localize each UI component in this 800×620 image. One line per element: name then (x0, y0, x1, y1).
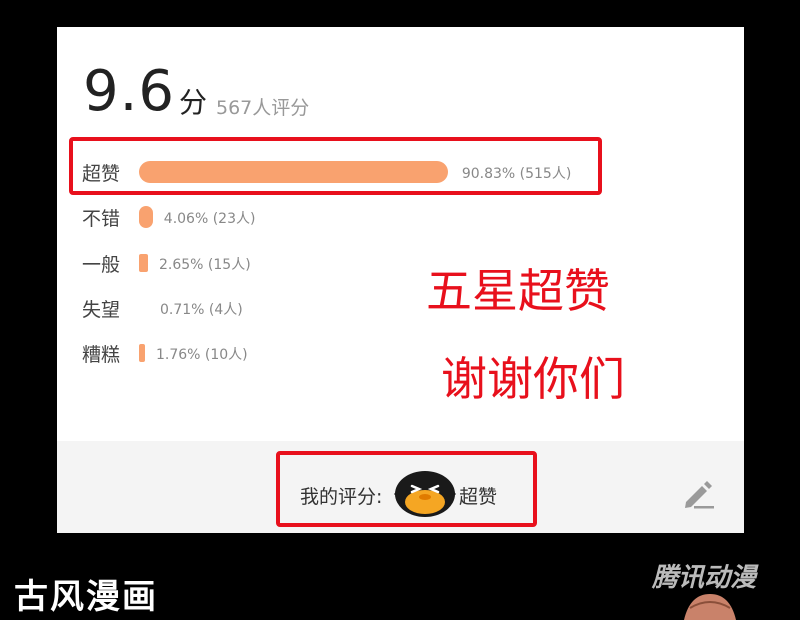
rating-stat: 1.76% (10人) (155, 347, 248, 363)
rating-stat: 4.06% (23人) (163, 211, 256, 227)
rating-row-average: 一般 2.65% (15人) (57, 248, 744, 278)
rating-label: 糟糕 (82, 344, 121, 366)
character-head-icon (684, 594, 736, 620)
rating-label: 失望 (82, 299, 121, 321)
score-unit: 分 (179, 86, 208, 119)
annotation-thanks: 谢谢你们 (441, 352, 625, 406)
my-rating-label: 我的评分: (300, 486, 383, 508)
rating-bar (139, 344, 145, 362)
highlight-box-top-rating (69, 137, 602, 195)
logo-gufeng-manhua: 古风漫画 (14, 577, 158, 617)
score-value: 9.6 (83, 59, 176, 124)
mascot-face-icon (394, 471, 456, 517)
rating-row-bad: 糟糕 1.76% (10人) (57, 338, 744, 368)
rating-label: 一般 (82, 254, 121, 276)
rating-bar (139, 254, 148, 272)
rating-row-disappointed: 失望 0.71% (4人) (57, 293, 744, 323)
rating-stat: 2.65% (15人) (159, 257, 251, 273)
my-rating-value: 超赞 (459, 486, 498, 508)
annotation-five-star: 五星超赞 (426, 264, 610, 318)
rating-count: 567人评分 (216, 97, 310, 119)
rating-stat: 0.71% (4人) (160, 302, 243, 318)
pencil-edit-icon[interactable] (680, 476, 716, 510)
rating-bar (139, 206, 153, 228)
rating-label: 不错 (82, 208, 121, 230)
rating-row-good: 不错 4.06% (23人) (57, 202, 744, 232)
logo-tencent-comics: 腾讯动漫 (652, 563, 757, 593)
